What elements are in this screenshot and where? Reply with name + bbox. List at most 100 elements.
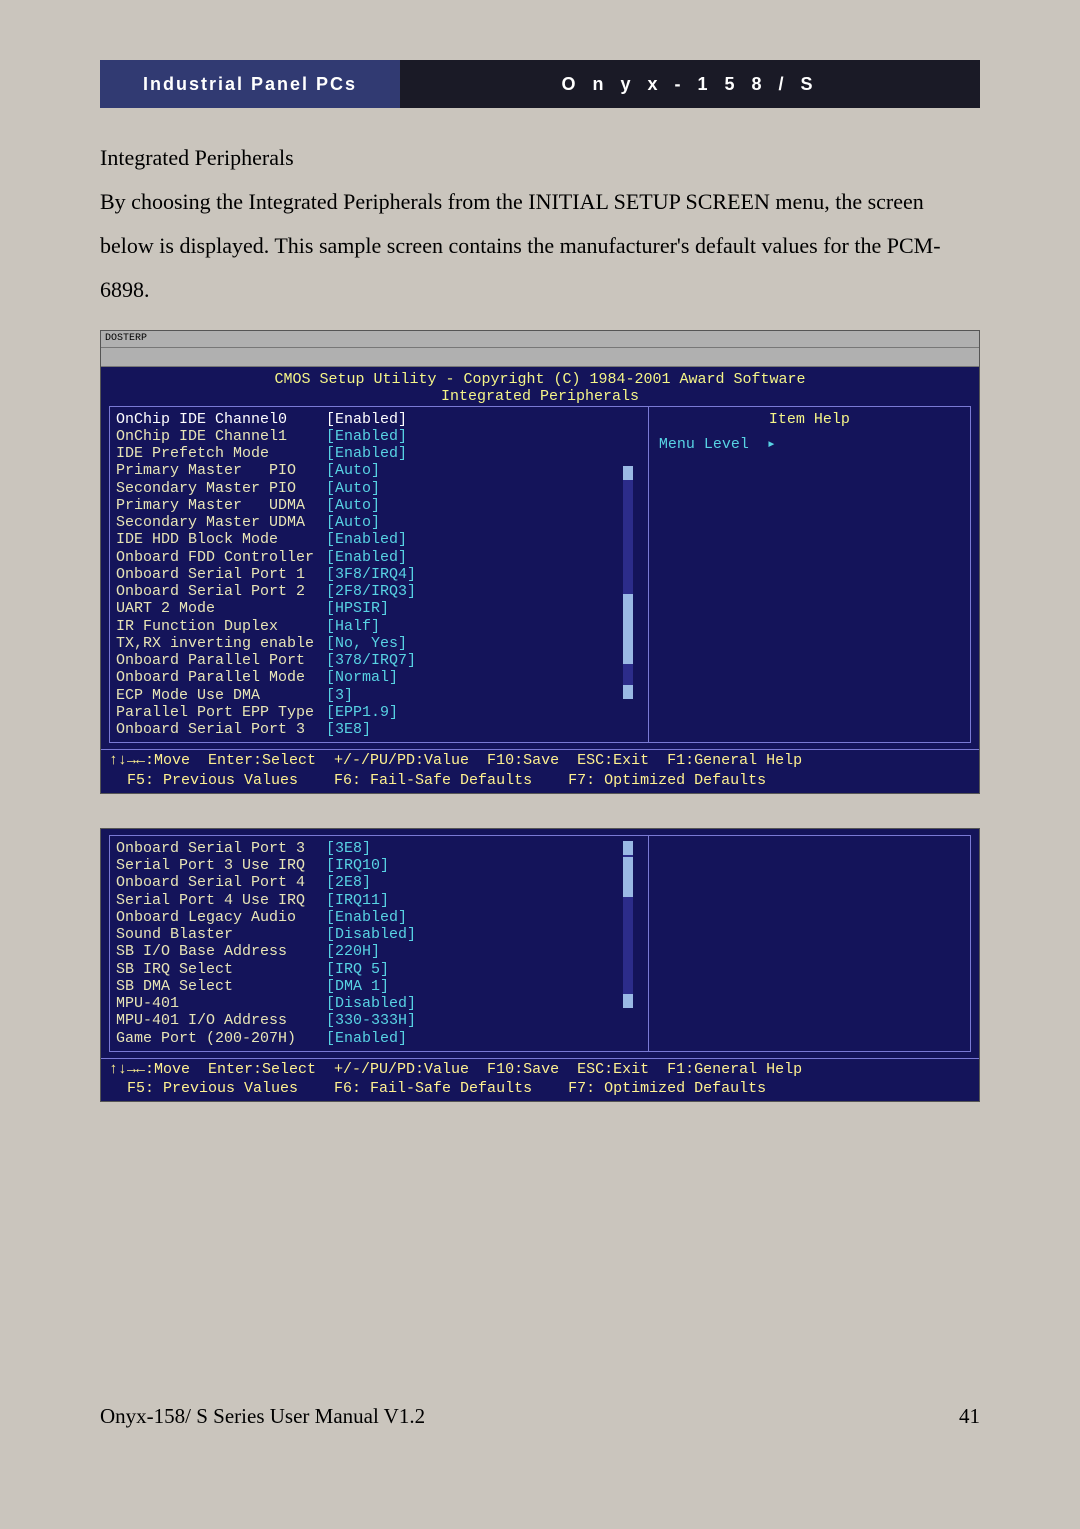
- window-title-text: DOSTERP: [105, 333, 147, 345]
- bios-setting-value: [Disabled]: [326, 926, 416, 943]
- bios-setting-row[interactable]: Onboard Legacy Audio[Enabled]: [116, 909, 642, 926]
- bios-setting-label: OnChip IDE Channel1: [116, 428, 326, 445]
- bios-setting-row[interactable]: MPU-401[Disabled]: [116, 995, 642, 1012]
- bios-setting-label: Serial Port 4 Use IRQ: [116, 892, 326, 909]
- bios-setting-label: Game Port (200-207H): [116, 1030, 326, 1047]
- scrollbar-thumb-mid[interactable]: [623, 594, 633, 664]
- bios-setting-row[interactable]: SB I/O Base Address[220H]: [116, 943, 642, 960]
- bios-setting-row[interactable]: IR Function Duplex[Half]: [116, 618, 642, 635]
- bios-setting-label: TX,RX inverting enable: [116, 635, 326, 652]
- bios-setting-value: [DMA 1]: [326, 978, 389, 995]
- header-bars: Industrial Panel PCs O n y x - 1 5 8 / S: [100, 60, 980, 108]
- footer-page-number: 41: [959, 1404, 980, 1429]
- bios-setting-row[interactable]: Serial Port 3 Use IRQ[IRQ10]: [116, 857, 642, 874]
- bios-setting-row[interactable]: Onboard Serial Port 3[3E8]: [116, 721, 642, 738]
- bios-setting-row[interactable]: Sound Blaster[Disabled]: [116, 926, 642, 943]
- bios-setting-label: IDE Prefetch Mode: [116, 445, 326, 462]
- bios-help-menu-level: Menu Level ▸: [659, 436, 960, 453]
- bios-setting-row[interactable]: IDE Prefetch Mode[Enabled]: [116, 445, 642, 462]
- bios-setting-row[interactable]: Parallel Port EPP Type[EPP1.9]: [116, 704, 642, 721]
- bios-setting-value: [Auto]: [326, 480, 380, 497]
- bios-setting-value: [Enabled]: [326, 549, 407, 566]
- bios-setting-label: Sound Blaster: [116, 926, 326, 943]
- bios-setting-row[interactable]: Onboard Serial Port 2[2F8/IRQ3]: [116, 583, 642, 600]
- bios-setting-label: Onboard Legacy Audio: [116, 909, 326, 926]
- bios-setting-value: [3F8/IRQ4]: [326, 566, 416, 583]
- bios-setting-row[interactable]: SB IRQ Select[IRQ 5]: [116, 961, 642, 978]
- bios-setting-label: Serial Port 3 Use IRQ: [116, 857, 326, 874]
- bios-setting-value: [Enabled]: [326, 909, 407, 926]
- bios-help-title: Item Help: [659, 411, 960, 428]
- bios-setting-value: [Enabled]: [326, 531, 407, 548]
- bios-setting-row[interactable]: Onboard Serial Port 3[3E8]: [116, 840, 642, 857]
- bios-scrollbar[interactable]: [623, 466, 633, 700]
- bios-setting-value: [IRQ 5]: [326, 961, 389, 978]
- bios-setting-row[interactable]: TX,RX inverting enable[No, Yes]: [116, 635, 642, 652]
- bios-setting-label: Onboard Serial Port 3: [116, 721, 326, 738]
- bios-setting-row[interactable]: Primary Master UDMA[Auto]: [116, 497, 642, 514]
- bios-setting-row[interactable]: SB DMA Select[DMA 1]: [116, 978, 642, 995]
- window-titlebar: DOSTERP: [101, 331, 979, 348]
- bios-help-panel: Item Help Menu Level ▸: [648, 406, 971, 744]
- bios-setting-value: [Auto]: [326, 514, 380, 531]
- bios-settings-list-2[interactable]: Onboard Serial Port 3[3E8]Serial Port 3 …: [109, 835, 648, 1052]
- section-paragraph: By choosing the Integrated Peripherals f…: [100, 180, 980, 312]
- bios-setting-row[interactable]: Onboard FDD Controller[Enabled]: [116, 549, 642, 566]
- bios-setting-value: [Normal]: [326, 669, 398, 686]
- bios-settings-list[interactable]: OnChip IDE Channel0[Enabled]OnChip IDE C…: [109, 406, 648, 744]
- scrollbar-thumb-mid-2[interactable]: [623, 857, 633, 897]
- header-left-label: Industrial Panel PCs: [100, 60, 400, 108]
- bios-setting-value: [Enabled]: [326, 411, 407, 428]
- section-heading: Integrated Peripherals: [100, 136, 980, 180]
- bios-setting-value: [No, Yes]: [326, 635, 407, 652]
- bios-setting-row[interactable]: Onboard Parallel Mode[Normal]: [116, 669, 642, 686]
- scrollbar-thumb-bottom[interactable]: [623, 685, 633, 699]
- bios-help-panel-2: [648, 835, 971, 1052]
- bios-setting-value: [IRQ11]: [326, 892, 389, 909]
- bios-setting-row[interactable]: Serial Port 4 Use IRQ[IRQ11]: [116, 892, 642, 909]
- window-toolbar: [101, 348, 979, 367]
- bios-setting-row[interactable]: Game Port (200-207H)[Enabled]: [116, 1030, 642, 1047]
- bios-setting-label: Onboard Serial Port 4: [116, 874, 326, 891]
- bios-setting-label: MPU-401 I/O Address: [116, 1012, 326, 1029]
- bios-setting-row[interactable]: Onboard Parallel Port[378/IRQ7]: [116, 652, 642, 669]
- bios-setting-value: [2F8/IRQ3]: [326, 583, 416, 600]
- bios-setting-value: [HPSIR]: [326, 600, 389, 617]
- bios-setting-row[interactable]: Primary Master PIO[Auto]: [116, 462, 642, 479]
- bios-scrollbar-2[interactable]: [623, 841, 633, 1008]
- bios-setting-row[interactable]: ECP Mode Use DMA[3]: [116, 687, 642, 704]
- bios-setting-value: [Enabled]: [326, 445, 407, 462]
- bios-setting-label: Onboard Serial Port 3: [116, 840, 326, 857]
- bios-setting-row[interactable]: OnChip IDE Channel0[Enabled]: [116, 411, 642, 428]
- bios-setting-row[interactable]: Onboard Serial Port 4[2E8]: [116, 874, 642, 891]
- bios-setting-row[interactable]: IDE HDD Block Mode[Enabled]: [116, 531, 642, 548]
- bios-setting-label: Onboard FDD Controller: [116, 549, 326, 566]
- bios-setting-label: IR Function Duplex: [116, 618, 326, 635]
- bios-setting-row[interactable]: MPU-401 I/O Address[330-333H]: [116, 1012, 642, 1029]
- bios-setting-value: [3]: [326, 687, 353, 704]
- bios-setting-label: Onboard Serial Port 2: [116, 583, 326, 600]
- bios-footer-line2: F5: Previous Values F6: Fail-Safe Defaul…: [101, 770, 979, 793]
- chevron-right-icon: ▸: [767, 436, 776, 453]
- bios-setting-value: [Half]: [326, 618, 380, 635]
- bios-setting-label: Onboard Serial Port 1: [116, 566, 326, 583]
- scrollbar-thumb-bottom-2[interactable]: [623, 994, 633, 1008]
- bios-setting-value: [378/IRQ7]: [326, 652, 416, 669]
- bios-setting-label: Primary Master UDMA: [116, 497, 326, 514]
- bios-setting-value: [3E8]: [326, 721, 371, 738]
- scrollbar-thumb-top[interactable]: [623, 466, 633, 480]
- bios-setting-row[interactable]: Secondary Master UDMA[Auto]: [116, 514, 642, 531]
- bios-setting-label: SB IRQ Select: [116, 961, 326, 978]
- bios-setting-row[interactable]: OnChip IDE Channel1[Enabled]: [116, 428, 642, 445]
- bios2-footer-line2: F5: Previous Values F6: Fail-Safe Defaul…: [101, 1078, 979, 1101]
- bios-setting-label: Primary Master PIO: [116, 462, 326, 479]
- bios-setting-row[interactable]: Onboard Serial Port 1[3F8/IRQ4]: [116, 566, 642, 583]
- bios-setting-row[interactable]: UART 2 Mode[HPSIR]: [116, 600, 642, 617]
- bios-setting-row[interactable]: Secondary Master PIO[Auto]: [116, 480, 642, 497]
- header-right-label: O n y x - 1 5 8 / S: [400, 60, 980, 108]
- bios-screenshot-1: DOSTERP CMOS Setup Utility - Copyright (…: [100, 330, 980, 794]
- bios-setting-label: MPU-401: [116, 995, 326, 1012]
- bios-setting-value: [3E8]: [326, 840, 371, 857]
- scrollbar-thumb-top-2[interactable]: [623, 841, 633, 855]
- bios-setting-label: OnChip IDE Channel0: [116, 411, 326, 428]
